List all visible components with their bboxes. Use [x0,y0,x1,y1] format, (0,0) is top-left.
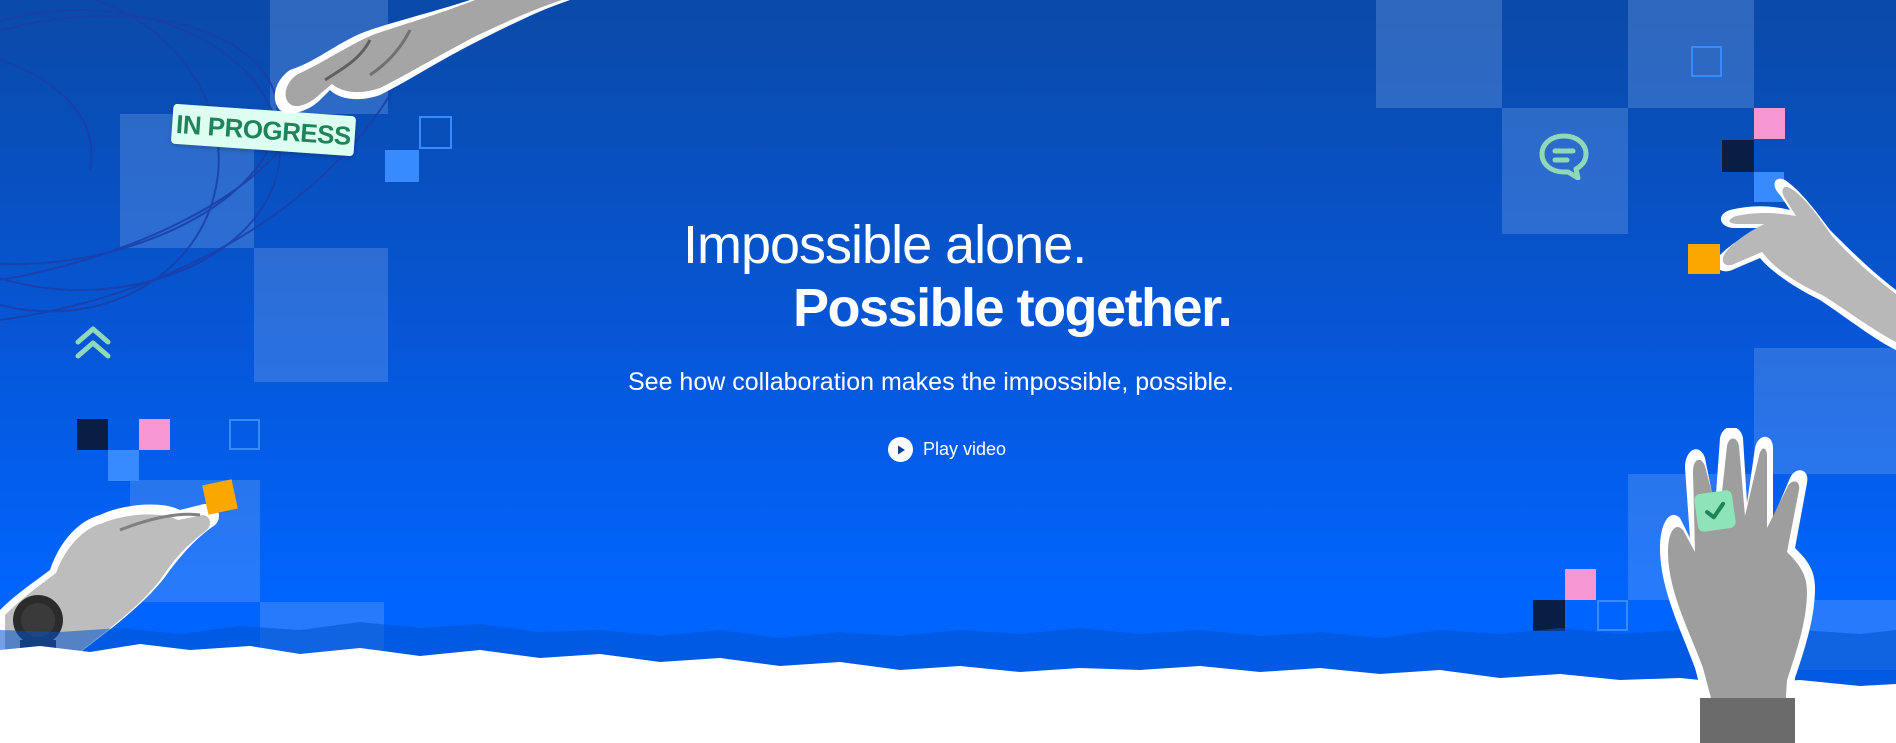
play-video-button[interactable]: Play video [888,437,1006,462]
hero-banner: IN PROGRESS Impossible alone. Possible t… [0,0,1896,743]
play-video-label: Play video [923,439,1007,459]
headline-line-1: Impossible alone. [683,215,1087,275]
play-icon [888,437,913,462]
hero-content: Impossible alone. Possible together. See… [0,0,1896,743]
headline-line-2: Possible together. [793,278,1233,338]
hero-subtitle: See how collaboration makes the impossib… [628,368,1234,396]
